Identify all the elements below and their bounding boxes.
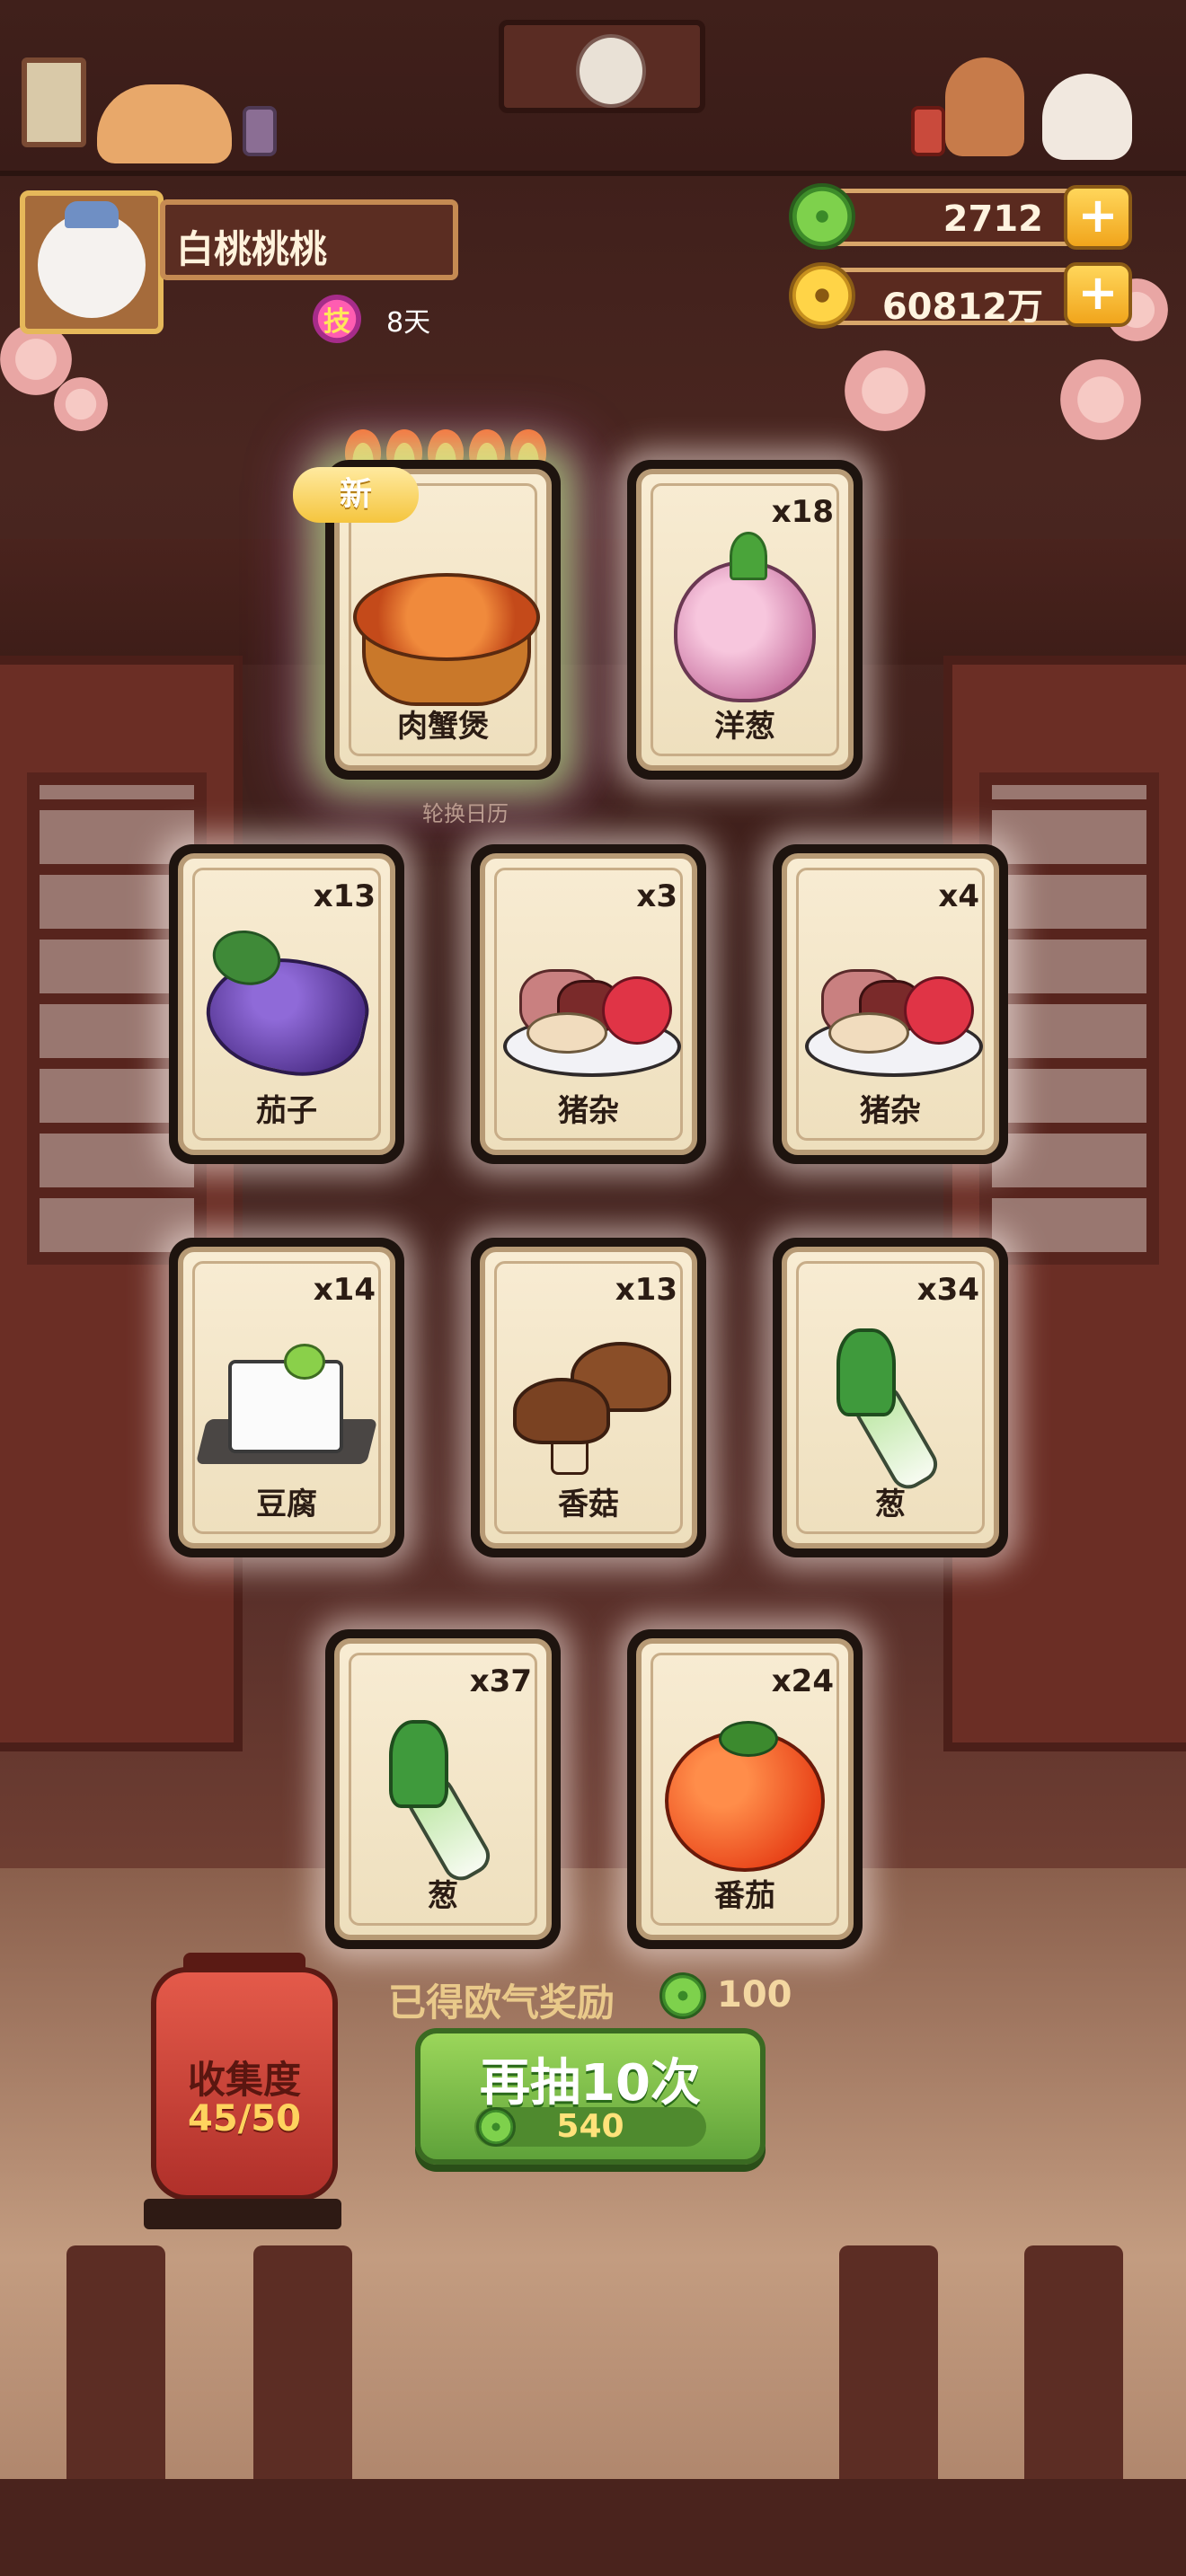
card-count: x13 (615, 1272, 677, 1308)
card-face: x13 茄子 (178, 853, 395, 1155)
new-badge: 新 (293, 467, 419, 523)
tofu-icon (195, 1342, 378, 1477)
railing-post (253, 2245, 352, 2515)
paw-scroll-decoration (22, 57, 86, 147)
collection-progress: 45/50 (188, 2098, 301, 2139)
scallion-icon (819, 1328, 962, 1495)
card-face: x14 豆腐 (178, 1247, 395, 1548)
coin-balance: 60812万 (881, 287, 1043, 328)
card-label: 猪杂 (860, 1093, 921, 1129)
collection-label: 收集度 (187, 2058, 301, 2102)
wall-beam (0, 539, 1186, 665)
crab-stew-icon (353, 555, 540, 708)
card-pork-offal[interactable]: x4 猪杂 (773, 844, 1008, 1164)
collection-lantern[interactable]: 收集度 45/50 (151, 1953, 338, 2201)
pork-offal-icon (503, 953, 681, 1079)
card-count: x34 (916, 1272, 979, 1308)
railing-post (1024, 2245, 1123, 2515)
coin-icon (789, 262, 855, 329)
add-coins-button[interactable]: + (1064, 262, 1132, 327)
jade-icon (789, 183, 855, 250)
left-door (0, 656, 243, 1751)
add-jade-button[interactable]: + (1064, 185, 1132, 250)
card-count: x14 (313, 1272, 376, 1308)
card-label: 肉蟹煲 (397, 709, 489, 745)
shiitake-icon (508, 1341, 671, 1477)
card-label: 葱 (428, 1878, 458, 1914)
card-count: x37 (469, 1663, 532, 1699)
boy-character-decoration (945, 57, 1024, 156)
skill-icon[interactable]: 技 (313, 295, 361, 343)
skill-icon-label: 技 (323, 306, 350, 338)
skill-days: 8天 (386, 307, 431, 339)
onion-icon (674, 531, 816, 702)
bottom-band (0, 2479, 1186, 2576)
blossom-decoration (1060, 359, 1141, 440)
draw-again-button[interactable]: 再抽10次 540 (415, 2028, 766, 2165)
lantern-stand (144, 2199, 341, 2229)
card-label: 香菇 (558, 1486, 619, 1522)
card-count: x24 (771, 1663, 834, 1699)
hat-icon (65, 201, 119, 228)
rotation-calendar-label: 轮换日历 (422, 801, 509, 826)
card-shiitake[interactable]: x13 香菇 (471, 1238, 706, 1557)
card-face: x4 猪杂 (782, 853, 999, 1155)
blossom-decoration (54, 377, 108, 431)
grandma-portrait-icon (576, 34, 646, 108)
card-face: x34 葱 (782, 1247, 999, 1548)
jade-icon (659, 1972, 706, 2019)
card-count: x18 (771, 494, 834, 530)
card-label: 猪杂 (558, 1093, 619, 1129)
card-count: x3 (636, 878, 677, 914)
card-scallion[interactable]: x34 葱 (773, 1238, 1008, 1557)
card-pork-offal[interactable]: x3 猪杂 (471, 844, 706, 1164)
jar-decoration (911, 106, 945, 156)
railing-post (839, 2245, 938, 2515)
hanging-portrait[interactable] (499, 20, 705, 113)
pork-offal-icon (805, 953, 983, 1079)
card-label: 番茄 (714, 1878, 775, 1914)
card-tofu[interactable]: x14 豆腐 (169, 1238, 404, 1557)
card-face: x13 香菇 (480, 1247, 697, 1548)
card-eggplant[interactable]: x13 茄子 (169, 844, 404, 1164)
draw-cost: 540 (556, 2108, 624, 2145)
card-label: 茄子 (256, 1093, 317, 1129)
card-label: 葱 (875, 1486, 906, 1522)
cat-character-decoration (1042, 74, 1132, 160)
card-onion[interactable]: x18 洋葱 (627, 460, 863, 780)
jar-decoration (243, 106, 277, 156)
tomato-icon (665, 1720, 825, 1872)
player-name-bar: 白桃桃桃 (160, 199, 458, 280)
reward-value: 100 (717, 1974, 792, 2016)
card-tomato[interactable]: x24 番茄 (627, 1629, 863, 1949)
railing-post (66, 2245, 165, 2515)
reward-label: 已得欧气奖励 (388, 1981, 615, 2025)
player-name: 白桃桃桃 (176, 227, 328, 271)
eggplant-icon (196, 924, 377, 1090)
card-count: x4 (938, 878, 979, 914)
card-face: x37 葱 (334, 1638, 552, 1940)
card-face: x24 番茄 (636, 1638, 854, 1940)
sleeping-cat-decoration (97, 84, 232, 163)
jade-balance: 2712 (943, 198, 1043, 240)
player-avatar[interactable] (20, 190, 164, 334)
draw-again-label: 再抽10次 (480, 2054, 701, 2113)
right-door (943, 656, 1186, 1751)
card-label: 豆腐 (256, 1486, 317, 1522)
card-label: 洋葱 (714, 709, 775, 745)
card-face: x3 猪杂 (480, 853, 697, 1155)
scallion-icon (371, 1719, 515, 1887)
blossom-decoration (845, 350, 925, 431)
card-scallion[interactable]: x37 葱 (325, 1629, 561, 1949)
card-face: x18 洋葱 (636, 469, 854, 771)
card-count: x13 (313, 878, 376, 914)
